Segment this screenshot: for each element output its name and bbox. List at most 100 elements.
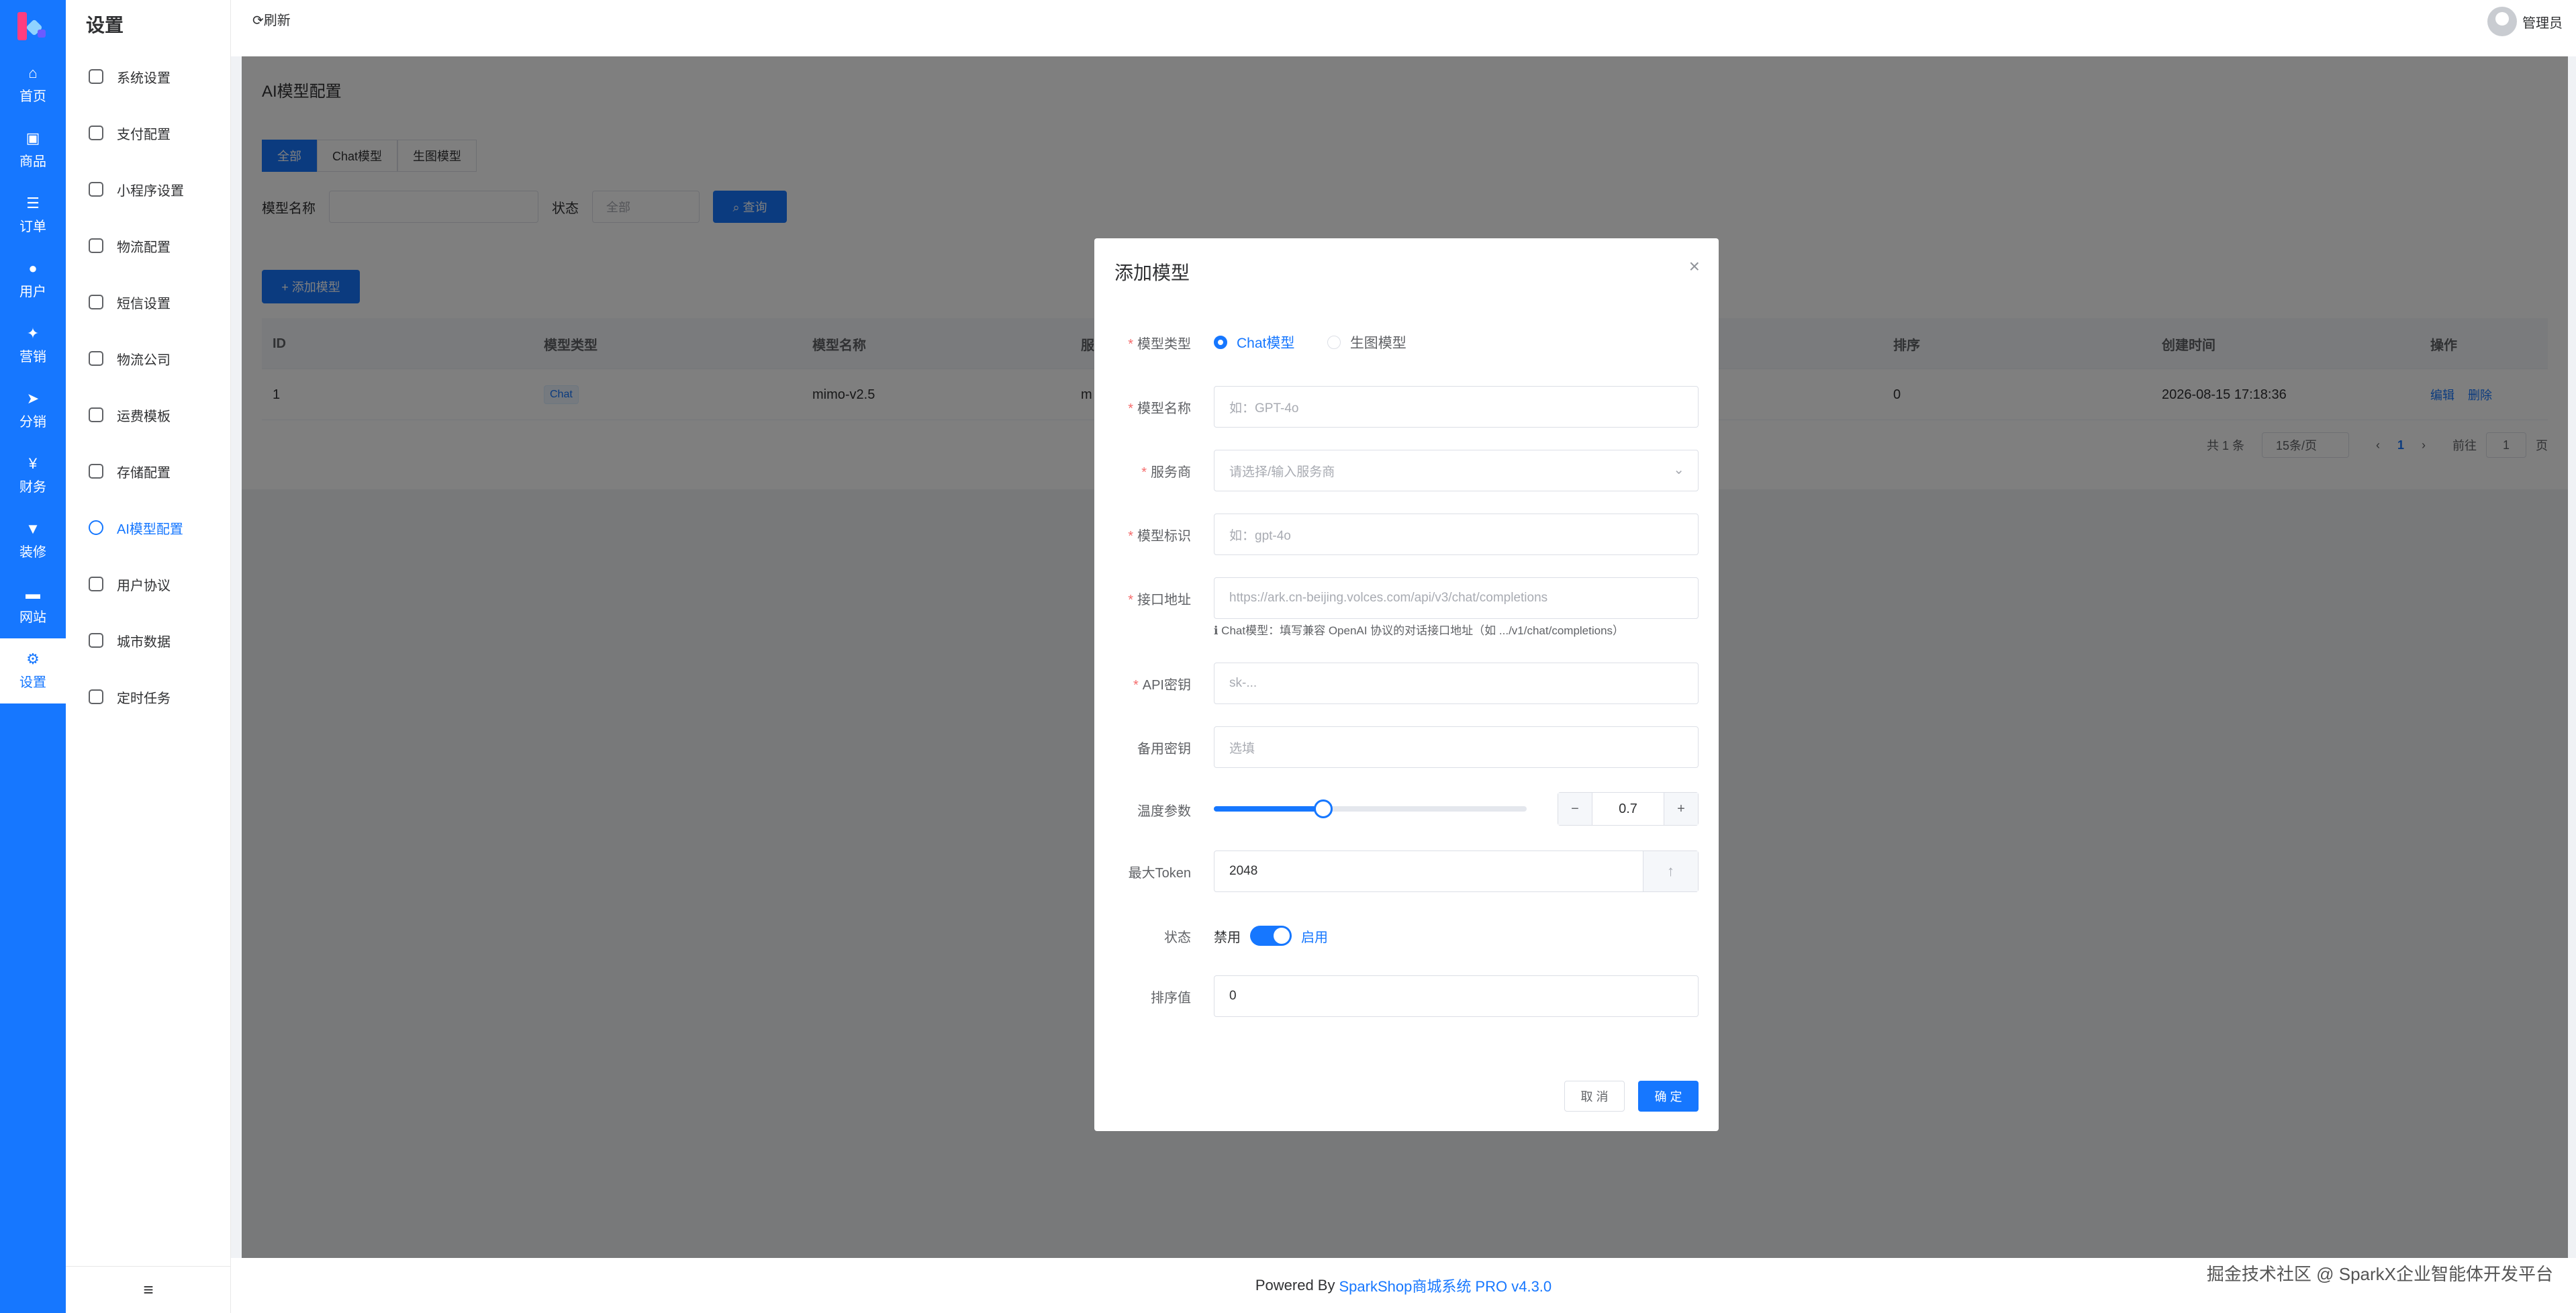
- sort-field[interactable]: 0: [1214, 975, 1699, 1017]
- submenu-label: 用户协议: [117, 578, 171, 593]
- app-logo: [16, 9, 50, 43]
- footer-brand-link[interactable]: SparkShop商城系统 PRO v4.3.0: [1339, 1275, 1552, 1296]
- submenu-item-cron[interactable]: 定时任务: [66, 669, 231, 725]
- submenu-title: 设置: [86, 15, 124, 36]
- rail-label: 订单: [19, 220, 46, 234]
- backup-label: 备用密钥: [1137, 741, 1191, 757]
- submenu-item-system[interactable]: 系统设置: [66, 48, 231, 105]
- submenu-label: 系统设置: [117, 70, 171, 86]
- provider-label: * 服务商: [1141, 465, 1191, 480]
- backup-key-field[interactable]: 选填: [1214, 726, 1699, 768]
- submenu-label: 城市数据: [117, 634, 171, 650]
- submenu-label: 支付配置: [117, 127, 171, 142]
- rail-item-decoration[interactable]: ▼ 装修: [0, 508, 66, 573]
- website-icon: ▬: [26, 585, 40, 602]
- submenu-label: AI模型配置: [117, 522, 183, 537]
- user-name: 管理员: [2522, 15, 2563, 31]
- max-token-field[interactable]: 2048 ↑: [1214, 850, 1699, 892]
- provider-select[interactable]: 请选择/输入服务商 ⌄: [1214, 450, 1699, 491]
- cancel-button[interactable]: 取 消: [1564, 1081, 1625, 1112]
- submenu-label: 小程序设置: [117, 183, 184, 199]
- phone-icon: [89, 182, 103, 197]
- rail-label: 首页: [19, 89, 46, 104]
- radio-dot-icon: [1327, 336, 1341, 349]
- dialog-title: 添加模型: [1114, 262, 1190, 283]
- rail-item-finance[interactable]: ¥ 财务: [0, 443, 66, 508]
- rail-label: 财务: [19, 480, 46, 495]
- model-ident-field[interactable]: 如：gpt-4o: [1214, 514, 1699, 555]
- rail-item-home[interactable]: ⌂ 首页: [0, 52, 66, 117]
- status-label: 状态: [1164, 930, 1191, 945]
- submenu-item-city-data[interactable]: 城市数据: [66, 612, 231, 669]
- rail-item-users[interactable]: ● 用户: [0, 248, 66, 313]
- endpoint-hint: ℹ Chat模型：填写兼容 OpenAI 协议的对话接口地址（如 .../v1/…: [1214, 624, 1625, 637]
- bike-icon: [89, 238, 103, 253]
- cloud-icon: [89, 464, 103, 479]
- rail-label: 营销: [19, 350, 46, 364]
- hamburger-icon: ≡: [143, 1279, 154, 1300]
- user-icon: ●: [28, 260, 38, 277]
- user-menu[interactable]: 管理员: [2487, 7, 2563, 36]
- endpoint-label: * 接口地址: [1128, 592, 1191, 607]
- temperature-slider[interactable]: [1214, 799, 1527, 818]
- token-label: 最大Token: [1128, 865, 1191, 881]
- model-name-field[interactable]: 如：GPT-4o: [1214, 386, 1699, 428]
- api-key-field[interactable]: sk-...: [1214, 663, 1699, 704]
- submenu-item-ai-model[interactable]: AI模型配置: [66, 499, 231, 556]
- submenu-label: 物流公司: [117, 352, 171, 368]
- rail-item-marketing[interactable]: ✦ 营销: [0, 313, 66, 378]
- submenu-item-agreement[interactable]: 用户协议: [66, 556, 231, 612]
- watermark: 掘金技术社区 @ SparkX企业智能体开发平台: [2206, 1264, 2553, 1284]
- submenu-item-shipping-template[interactable]: 运费模板: [66, 387, 231, 443]
- menu-collapse-button[interactable]: ≡: [66, 1266, 231, 1313]
- rail-item-website[interactable]: ▬ 网站: [0, 573, 66, 638]
- radio-chat[interactable]: Chat模型: [1214, 332, 1294, 352]
- temperature-label: 温度参数: [1137, 804, 1191, 819]
- form-row-provider: * 服务商 请选择/输入服务商 ⌄: [1094, 450, 1719, 491]
- rail-item-orders[interactable]: ☰ 订单: [0, 183, 66, 248]
- status-switch-row: 禁用 启用: [1214, 926, 1328, 946]
- rail-label: 分销: [19, 415, 46, 430]
- temperature-stepper: − 0.7 +: [1558, 792, 1699, 826]
- form-row-backup: 备用密钥 选填: [1094, 726, 1719, 768]
- type-label: * 模型类型: [1128, 336, 1191, 352]
- submenu-item-miniprogram[interactable]: 小程序设置: [66, 161, 231, 217]
- submenu-item-payment[interactable]: 支付配置: [66, 105, 231, 161]
- status-toggle[interactable]: [1250, 926, 1292, 946]
- marketing-icon: ✦: [26, 325, 40, 342]
- submenu-item-storage[interactable]: 存储配置: [66, 443, 231, 499]
- top-bar: ⟳刷新 管理员: [231, 0, 2576, 56]
- endpoint-field[interactable]: https://ark.cn-beijing.volces.com/api/v3…: [1214, 577, 1699, 619]
- form-row-name: * 模型名称 如：GPT-4o: [1094, 386, 1719, 428]
- arrow-up-icon[interactable]: ↑: [1643, 851, 1698, 891]
- building-icon: [89, 633, 103, 648]
- brush-icon: ▼: [26, 520, 40, 537]
- refresh-button[interactable]: ⟳刷新: [252, 9, 291, 29]
- rail-item-settings[interactable]: ⚙ 设置: [0, 638, 66, 703]
- book-icon: [89, 407, 103, 422]
- clock-icon: [89, 689, 103, 704]
- submenu-item-sms[interactable]: 短信设置: [66, 274, 231, 330]
- submenu-item-logistics[interactable]: 物流配置: [66, 217, 231, 274]
- rail-item-goods[interactable]: ▣ 商品: [0, 117, 66, 183]
- radio-image[interactable]: 生图模型: [1327, 332, 1406, 352]
- submenu-item-couriers[interactable]: 物流公司: [66, 330, 231, 387]
- slider-handle[interactable]: [1314, 799, 1333, 818]
- payment-icon: [89, 126, 103, 140]
- decrement-button[interactable]: −: [1558, 793, 1592, 825]
- form-row-token: 最大Token 2048 ↑: [1094, 850, 1719, 892]
- submenu-label: 存储配置: [117, 465, 171, 481]
- form-row-sort: 排序值 0: [1094, 975, 1719, 1017]
- rail-label: 用户: [19, 285, 46, 299]
- temperature-value[interactable]: 0.7: [1592, 793, 1664, 825]
- avatar: [2487, 7, 2517, 36]
- ident-label: * 模型标识: [1128, 528, 1191, 544]
- bag-icon: ▣: [26, 130, 40, 146]
- confirm-button[interactable]: 确 定: [1638, 1081, 1699, 1112]
- status-on-label: 启用: [1301, 930, 1328, 945]
- close-icon[interactable]: ×: [1689, 256, 1700, 277]
- name-label: * 模型名称: [1128, 401, 1191, 416]
- rail-item-distribution[interactable]: ➤ 分销: [0, 378, 66, 443]
- status-off-label: 禁用: [1214, 930, 1241, 945]
- increment-button[interactable]: +: [1664, 793, 1698, 825]
